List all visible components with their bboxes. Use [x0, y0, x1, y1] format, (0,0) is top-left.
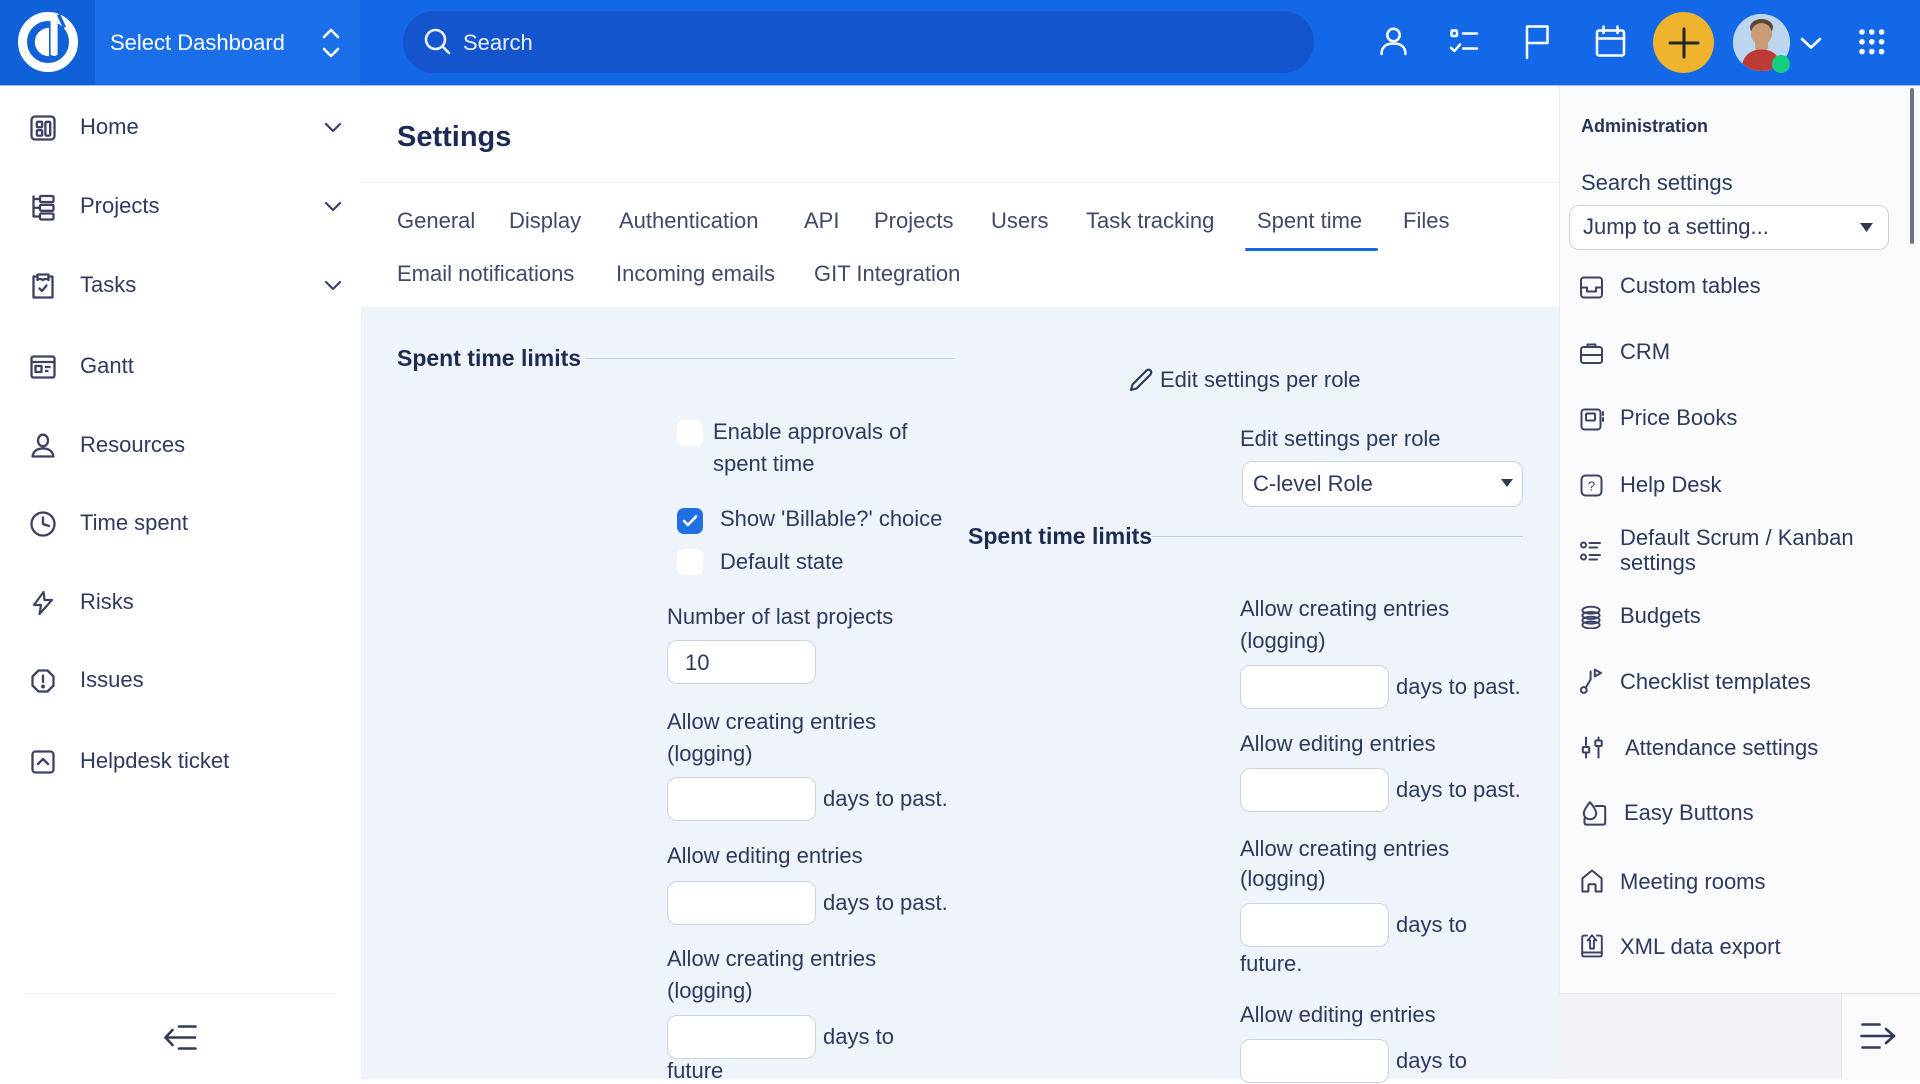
svg-text:?: ? [1588, 479, 1595, 494]
